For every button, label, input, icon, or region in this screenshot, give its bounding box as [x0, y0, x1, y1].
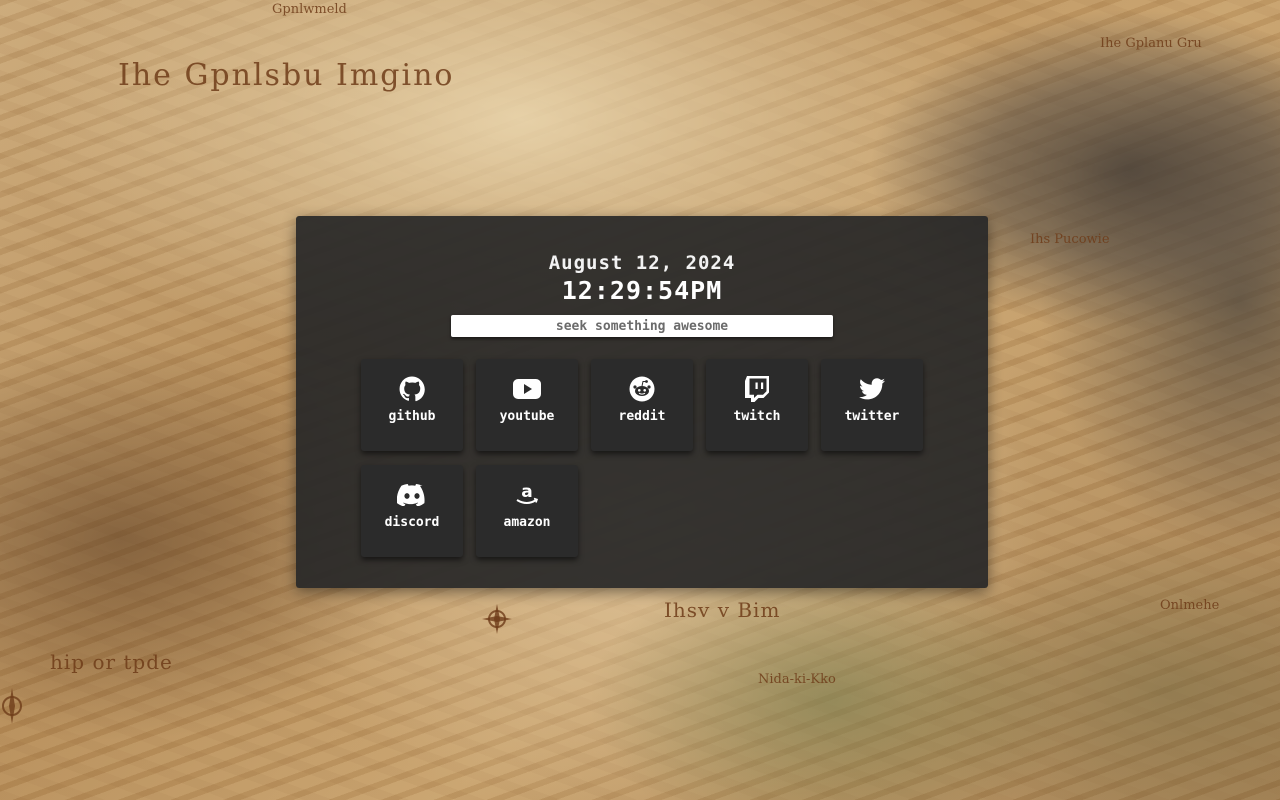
startpage-panel: August 12, 2024 12:29:54PM github youtub…: [296, 216, 988, 588]
search-input[interactable]: [451, 315, 833, 337]
link-tile-reddit[interactable]: reddit: [591, 359, 693, 451]
link-label: discord: [384, 515, 440, 530]
svg-text:a: a: [521, 482, 532, 502]
link-tile-amazon[interactable]: a amazon: [476, 465, 578, 557]
twitter-icon: [821, 376, 923, 402]
discord-icon: [361, 482, 463, 508]
map-label: Nida-ki-Kko: [758, 672, 836, 687]
youtube-icon: [476, 376, 578, 402]
link-tile-youtube[interactable]: youtube: [476, 359, 578, 451]
map-label: Ihs Pucowie: [1030, 232, 1110, 247]
map-label: Onlmehe: [1160, 598, 1220, 613]
link-label: reddit: [618, 409, 666, 424]
map-label: Ihe Gpnlsbu Imgino: [118, 58, 455, 93]
map-label: Ihe Gplanu Gru: [1100, 36, 1202, 51]
link-label: twitter: [844, 409, 900, 424]
link-label: amazon: [503, 515, 551, 530]
map-label: hip or tpde: [50, 650, 173, 674]
map-label: Gpnlwmeld: [272, 2, 347, 17]
reddit-icon: [591, 376, 693, 402]
twitch-icon: [706, 376, 808, 402]
link-tile-twitch[interactable]: twitch: [706, 359, 808, 451]
current-time: 12:29:54PM: [561, 276, 723, 305]
compass-rose-icon: [2, 688, 22, 724]
link-tile-github[interactable]: github: [361, 359, 463, 451]
link-tile-twitter[interactable]: twitter: [821, 359, 923, 451]
map-label: Ihsv v Bim: [664, 598, 781, 622]
github-icon: [361, 376, 463, 402]
current-date: August 12, 2024: [548, 252, 736, 274]
amazon-icon: a: [476, 482, 578, 508]
link-label: twitch: [733, 409, 781, 424]
link-label: github: [388, 409, 436, 424]
link-label: youtube: [499, 409, 555, 424]
link-tile-discord[interactable]: discord: [361, 465, 463, 557]
compass-rose-icon: [482, 604, 512, 634]
